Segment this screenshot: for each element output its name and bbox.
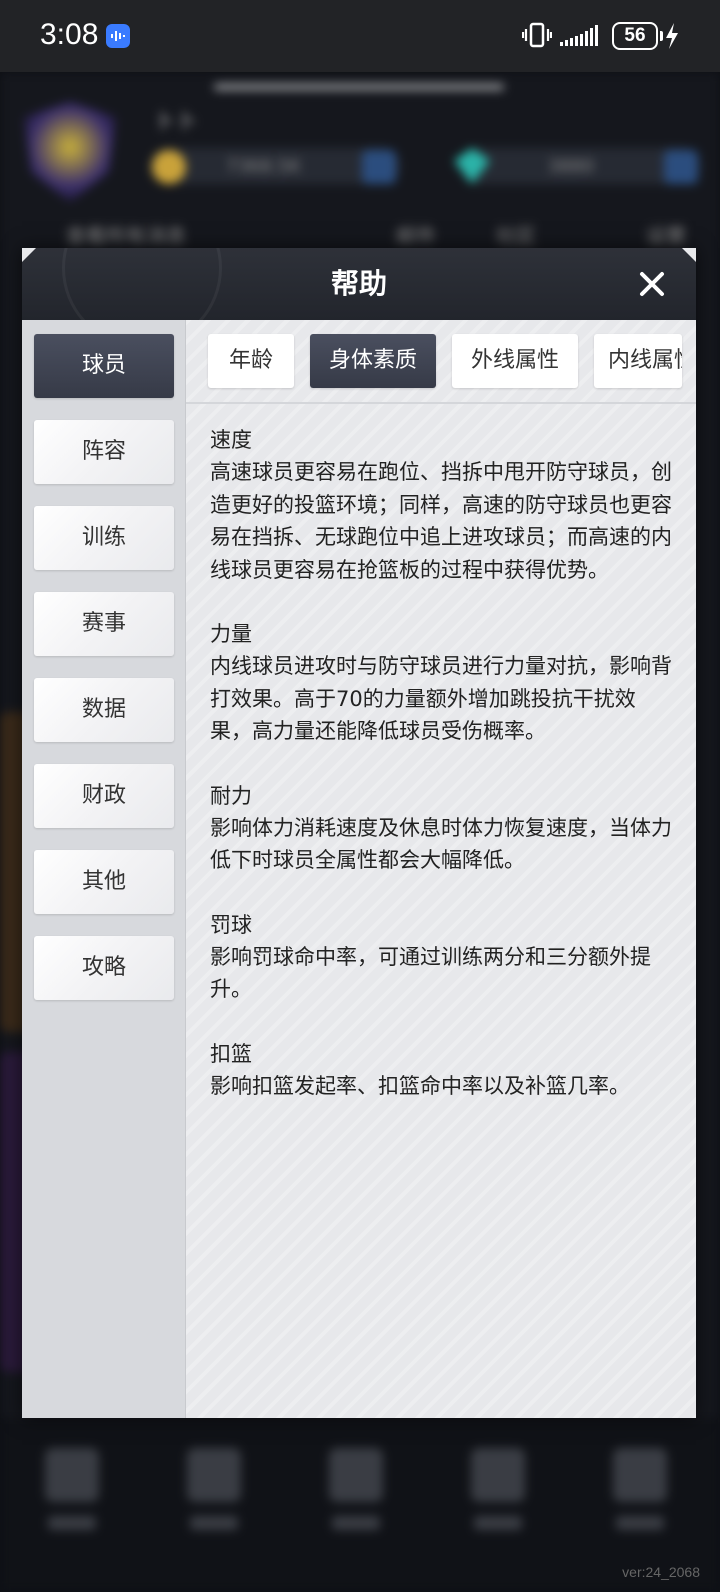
tab-interior[interactable]: 内线属性: [594, 334, 682, 388]
tab-perimeter[interactable]: 外线属性: [452, 334, 578, 388]
add-coins-button: [362, 150, 396, 184]
sidebar-item-data[interactable]: 数据: [34, 678, 174, 742]
close-button[interactable]: [630, 262, 674, 306]
section-title: 速度: [210, 428, 252, 452]
charging-icon: [666, 23, 678, 49]
add-gems-button: [664, 150, 698, 184]
section-stamina: 耐力 影响体力消耗速度及休息时体力恢复速度，当体力低下时球员全属性都会大幅降低。: [210, 780, 676, 877]
mail-link: 邮件: [396, 224, 436, 248]
section-free-throw: 罚球 影响罚球命中率，可通过训练两分和三分额外提升。: [210, 909, 676, 1006]
bottom-tab: [184, 1448, 244, 1538]
section-body: 内线球员进攻时与防守球员进行力量对抗，影响背打效果。高于70的力量额外增加跳投抗…: [210, 654, 672, 743]
battery-icon: 56: [612, 22, 658, 50]
drag-handle: [214, 84, 504, 90]
background-bottom-nav: [0, 1418, 720, 1592]
category-tabs: 年龄 身体素质 外线属性 内线属性: [186, 320, 696, 404]
sidebar-item-other[interactable]: 其他: [34, 850, 174, 914]
battery-tip: [660, 31, 663, 41]
settings-link: 设置: [646, 224, 686, 248]
sidebar-item-players[interactable]: 球员: [34, 334, 174, 398]
tab-age[interactable]: 年龄: [208, 334, 294, 388]
community-link: 社区: [496, 224, 536, 248]
section-title: 扣篮: [210, 1041, 252, 1066]
messages-link: 查看所有消息: [66, 224, 186, 248]
team-logo: [24, 102, 116, 202]
section-body: 影响体力消耗速度及休息时体力恢复速度，当体力低下时球员全属性都会大幅降低。: [210, 815, 672, 873]
help-modal: 帮助 球员 阵容 训练 赛事 数据 财政 其他 攻略 年龄 身体素质 外线属性 …: [22, 248, 696, 1418]
section-title: 力量: [210, 622, 252, 646]
coin-icon: [152, 150, 186, 184]
help-sidebar: 球员 阵容 训练 赛事 数据 财政 其他 攻略: [22, 320, 186, 1418]
attribute-descriptions: 速度 高速球员更容易在跑位、挡拆中甩开防守球员，创造更好的投篮环境；同样，高速的…: [210, 424, 676, 1134]
vibrate-icon: [522, 22, 552, 48]
section-speed: 速度 高速球员更容易在跑位、挡拆中甩开防守球员，创造更好的投篮环境；同样，高速的…: [210, 424, 676, 586]
section-title: 耐力: [210, 783, 252, 808]
tab-physical[interactable]: 身体素质: [310, 334, 436, 388]
sidebar-item-guide[interactable]: 攻略: [34, 936, 174, 1000]
coin-value: 7368.5K: [226, 156, 301, 177]
status-time: 3:08: [40, 18, 99, 51]
modal-title: 帮助: [330, 267, 387, 300]
close-icon: [640, 272, 664, 296]
sidebar-item-training[interactable]: 训练: [34, 506, 174, 570]
team-name: トト: [154, 110, 199, 135]
section-title: 罚球: [210, 912, 252, 937]
section-body: 影响扣篮发起率、扣篮命中率以及补篮几率。: [210, 1073, 630, 1098]
section-strength: 力量 内线球员进攻时与防守球员进行力量对抗，影响背打效果。高于70的力量额外增加…: [210, 618, 676, 748]
modal-header: 帮助: [22, 248, 696, 320]
sidebar-item-lineup[interactable]: 阵容: [34, 420, 174, 484]
section-dunk: 扣篮 影响扣篮发起率、扣篮命中率以及补篮几率。: [210, 1038, 676, 1103]
gem-value: 3880: [548, 156, 594, 177]
sidebar-item-finance[interactable]: 财政: [34, 764, 174, 828]
help-content: 年龄 身体素质 外线属性 内线属性 速度 高速球员更容易在跑位、挡拆中甩开防守球…: [186, 320, 696, 1418]
voice-assistant-icon: [106, 24, 130, 48]
section-body: 高速球员更容易在跑位、挡拆中甩开防守球员，创造更好的投篮环境；同样，高速的防守球…: [210, 460, 672, 582]
bottom-tab: [326, 1448, 386, 1538]
version-label: ver:24_2068: [622, 1564, 700, 1580]
bottom-tab: [42, 1448, 102, 1538]
bottom-tab: [468, 1448, 528, 1538]
status-bar: 3:08 56: [0, 0, 720, 72]
bottom-tab: [610, 1448, 670, 1538]
signal-icon: [560, 25, 598, 46]
section-body: 影响罚球命中率，可通过训练两分和三分额外提升。: [210, 944, 651, 1002]
sidebar-item-matches[interactable]: 赛事: [34, 592, 174, 656]
